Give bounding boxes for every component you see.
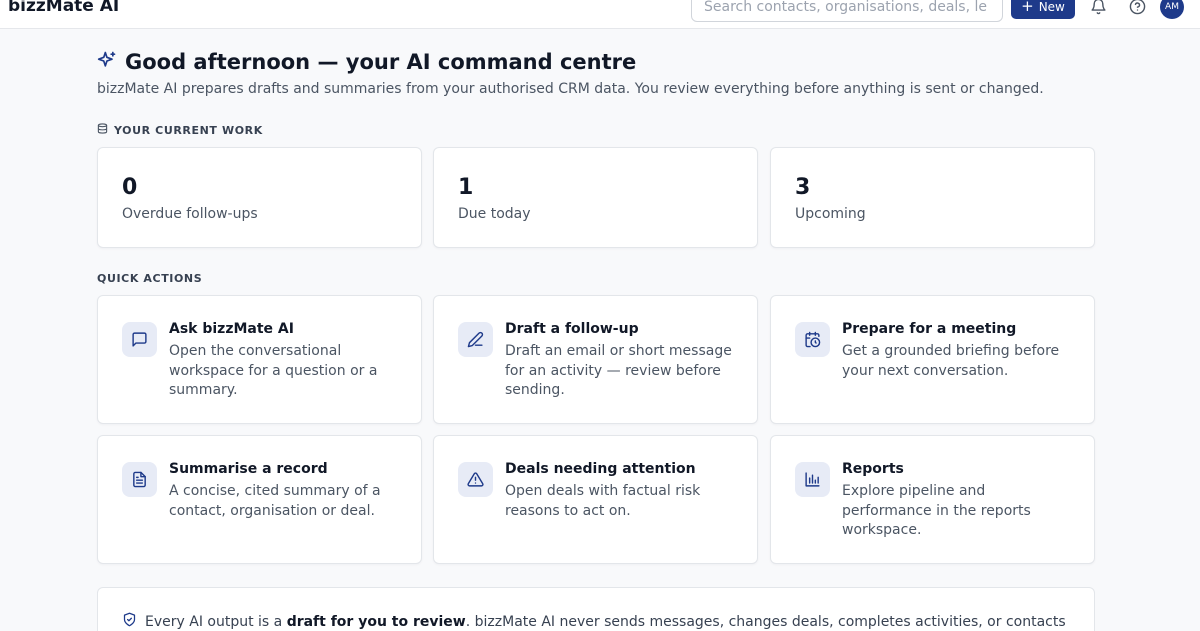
action-title: Deals needing attention xyxy=(505,461,696,477)
action-description: Open deals with factual risk reasons to … xyxy=(505,483,701,519)
notice-suffix: . bizzMate AI never sends messages, chan… xyxy=(465,613,1066,630)
bar-chart-icon xyxy=(795,462,830,497)
help-icon[interactable] xyxy=(1128,0,1146,15)
notice-text-row: Every AI output is a draft for you to re… xyxy=(122,612,1066,631)
top-bar: bizzMate AI + New AM xyxy=(0,0,1200,29)
action-reports[interactable]: Reports Explore pipeline and performance… xyxy=(770,435,1095,564)
stat-card-overdue[interactable]: 0 Overdue follow-ups xyxy=(97,147,422,248)
action-title: Summarise a record xyxy=(169,461,328,477)
stat-value: 1 xyxy=(458,175,474,200)
calendar-clock-icon xyxy=(795,322,830,357)
chat-bubble-icon xyxy=(122,322,157,357)
bell-icon[interactable] xyxy=(1089,0,1107,15)
user-avatar[interactable]: AM xyxy=(1160,0,1184,19)
action-deals-attention[interactable]: Deals needing attention Open deals with … xyxy=(433,435,758,564)
action-description: A concise, cited summary of a contact, o… xyxy=(169,483,381,519)
action-description: Open the conversational workspace for a … xyxy=(169,343,378,398)
stat-label: Upcoming xyxy=(795,206,866,222)
action-description: Explore pipeline and performance in the … xyxy=(842,483,1031,538)
current-work-heading: YOUR CURRENT WORK xyxy=(97,123,263,137)
action-title: Ask bizzMate AI xyxy=(169,321,294,337)
document-icon xyxy=(122,462,157,497)
notice-emphasis: draft for you to review xyxy=(286,613,466,630)
notice-prefix: Every AI output is a xyxy=(145,613,287,630)
stat-label: Overdue follow-ups xyxy=(122,206,258,222)
quick-actions-heading: QUICK ACTIONS xyxy=(97,272,202,285)
plus-icon: + xyxy=(1021,0,1034,15)
action-description: Get a grounded briefing before your next… xyxy=(842,343,1060,379)
action-title: Draft a follow-up xyxy=(505,321,639,337)
sparkles-icon xyxy=(97,50,117,74)
greeting-heading: Good afternoon — your AI command centre xyxy=(97,50,636,74)
action-draft-follow-up[interactable]: Draft a follow-up Draft an email or shor… xyxy=(433,295,758,424)
action-summarise-record[interactable]: Summarise a record A concise, cited summ… xyxy=(97,435,422,564)
page-subtitle: bizzMate AI prepares drafts and summarie… xyxy=(97,81,1044,97)
warning-triangle-icon xyxy=(458,462,493,497)
current-work-label: YOUR CURRENT WORK xyxy=(114,123,263,137)
stat-label: Due today xyxy=(458,206,531,222)
brand-logo-text[interactable]: bizzMate AI xyxy=(8,0,119,16)
action-description: Draft an email or short message for an a… xyxy=(505,343,732,398)
page-title: Good afternoon — your AI command centre xyxy=(125,50,637,74)
quick-actions-label: QUICK ACTIONS xyxy=(97,272,203,285)
global-search-input[interactable] xyxy=(691,0,1003,22)
database-icon xyxy=(97,123,108,137)
action-title: Reports xyxy=(842,461,904,477)
shield-check-icon xyxy=(122,612,137,631)
action-title: Prepare for a meeting xyxy=(842,321,1017,337)
stat-card-due-today[interactable]: 1 Due today xyxy=(433,147,758,248)
ai-review-notice: Every AI output is a draft for you to re… xyxy=(97,587,1095,631)
stat-card-upcoming[interactable]: 3 Upcoming xyxy=(770,147,1095,248)
action-ask-ai[interactable]: Ask bizzMate AI Open the conversational … xyxy=(97,295,422,424)
pencil-icon xyxy=(458,322,493,357)
new-button-label: New xyxy=(1038,0,1065,14)
stat-value: 0 xyxy=(122,175,138,200)
action-prepare-meeting[interactable]: Prepare for a meeting Get a grounded bri… xyxy=(770,295,1095,424)
notice-text: Every AI output is a draft for you to re… xyxy=(145,614,1066,630)
new-button[interactable]: + New xyxy=(1011,0,1075,19)
stat-value: 3 xyxy=(795,175,811,200)
